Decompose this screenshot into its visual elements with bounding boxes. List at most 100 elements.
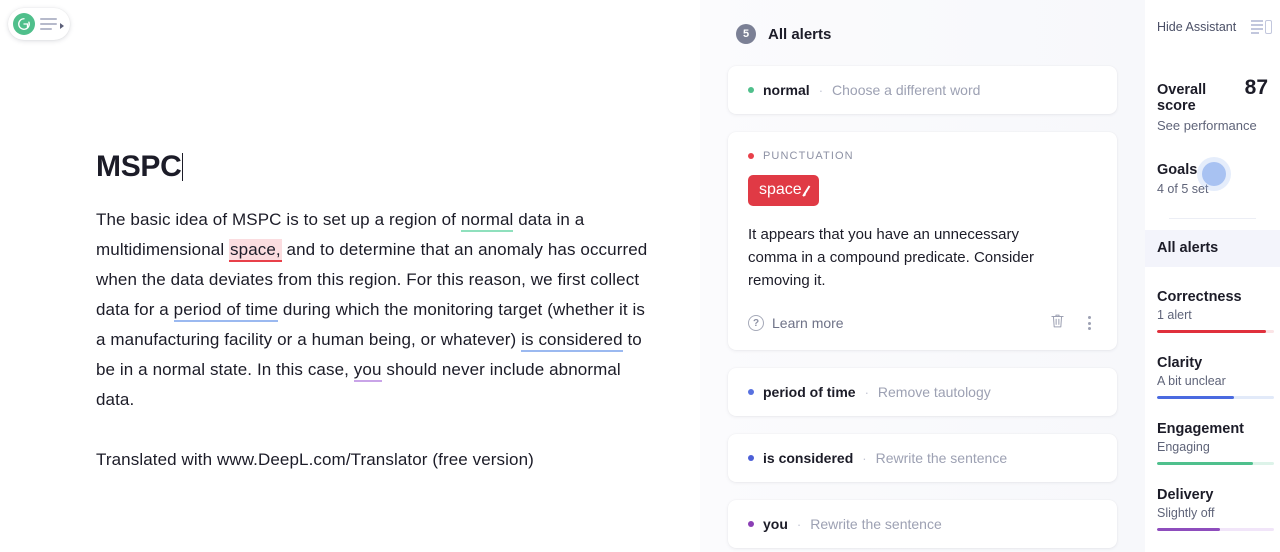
see-performance-link[interactable]: See performance <box>1157 118 1268 133</box>
hide-assistant-row[interactable]: Hide Assistant <box>1145 16 1280 38</box>
metric-item[interactable]: Engagement Engaging <box>1145 399 1280 465</box>
menu-icon[interactable] <box>40 18 64 30</box>
overall-score-row: Overall score 87 <box>1157 76 1268 114</box>
alert-term: is considered <box>763 450 854 466</box>
learn-more-label: Learn more <box>772 315 844 331</box>
app-root: MSPC The basic idea of MSPC is to set up… <box>0 0 1280 552</box>
metric-name: Clarity <box>1157 355 1203 371</box>
alert-action: Rewrite the sentence <box>875 450 1008 466</box>
alerts-panel-title: All alerts <box>768 25 832 43</box>
assistant-sidebar: Hide Assistant Overall score 87 See perf… <box>1145 0 1280 552</box>
highlighted-text-run[interactable]: space, <box>229 239 282 262</box>
metric-progress-bar <box>1157 528 1274 531</box>
suggestion-chip[interactable]: space, <box>748 175 820 206</box>
alert-card-expanded[interactable]: PUNCTUATION space, It appears that you hav… <box>728 132 1117 350</box>
document-paragraph: Translated with www.DeepL.com/Translator… <box>96 445 648 475</box>
hide-assistant-label: Hide Assistant <box>1157 20 1237 34</box>
alert-category-label: PUNCTUATION <box>763 150 854 162</box>
metric-progress-fill <box>1157 462 1253 465</box>
document-title-text: MSPC <box>96 150 182 183</box>
metric-status: Slightly off <box>1157 506 1215 520</box>
alert-category-row: PUNCTUATION <box>748 150 1097 162</box>
suggestion-chip-strikethrough: , <box>802 181 808 198</box>
alerts-panel: 5 All alerts normal · Choose a different w… <box>700 0 1145 552</box>
overall-score-block[interactable]: Overall score 87 See performance <box>1145 38 1280 133</box>
grammarly-logo-pill[interactable] <box>8 8 70 40</box>
overall-score-value: 87 <box>1244 76 1268 99</box>
panel-line <box>1251 32 1259 34</box>
alert-card-collapsed[interactable]: period of time · Remove tautology <box>728 368 1117 416</box>
alert-separator: · <box>796 516 802 532</box>
goals-indicator-circle[interactable] <box>1202 162 1226 186</box>
metric-status: A bit unclear <box>1157 374 1226 388</box>
metric-status: 1 alert <box>1157 308 1192 322</box>
metric-name: Correctness <box>1157 289 1242 305</box>
document-body[interactable]: The basic idea of MSPC is to set up a re… <box>96 205 648 475</box>
metric-item[interactable]: Correctness 1 alert <box>1145 267 1280 333</box>
alert-type-dot <box>748 455 754 461</box>
panel-lines <box>1251 20 1263 34</box>
metric-status: Engaging <box>1157 440 1210 454</box>
metric-progress-bar <box>1157 396 1274 399</box>
alert-type-dot <box>748 87 754 93</box>
metric-name: Delivery <box>1157 487 1214 503</box>
grammarly-logo-icon <box>13 13 35 35</box>
document-paragraph: The basic idea of MSPC is to set up a re… <box>96 205 648 415</box>
alert-card-list: normal · Choose a different word PUNCTUATIO… <box>728 66 1117 548</box>
alert-separator: · <box>862 450 867 466</box>
alert-card-collapsed[interactable]: you · Rewrite the sentence <box>728 500 1117 548</box>
highlighted-text-run[interactable]: period of time <box>173 300 279 322</box>
kebab-dot <box>1088 316 1091 319</box>
highlighted-text-run[interactable]: you <box>353 360 382 382</box>
toggle-panel-icon[interactable] <box>1251 20 1272 34</box>
highlighted-text-run[interactable]: normal <box>460 210 514 232</box>
metric-progress-fill <box>1157 330 1266 333</box>
alert-separator: · <box>818 82 824 98</box>
alert-term: period of time <box>763 384 856 400</box>
help-circle-icon: ? <box>748 315 764 331</box>
alert-card-actions <box>1049 312 1097 335</box>
alert-description: It appears that you have an unnecessary … <box>748 226 1034 289</box>
text-run: The basic idea of MSPC is to set up a re… <box>96 210 461 229</box>
text-caret <box>182 153 184 181</box>
document-title[interactable]: MSPC <box>96 150 184 183</box>
alert-card-collapsed[interactable]: is considered · Rewrite the sentence <box>728 434 1117 482</box>
learn-more-button[interactable]: ? Learn more <box>748 315 844 331</box>
alert-action: Rewrite the sentence <box>810 516 942 532</box>
metric-progress-fill <box>1157 528 1221 531</box>
metric-item[interactable]: Clarity A bit unclear <box>1145 333 1280 399</box>
alert-type-dot <box>748 153 754 159</box>
kebab-dot <box>1088 327 1091 330</box>
alert-action: Choose a different word <box>832 82 981 98</box>
document-editor[interactable]: MSPC The basic idea of MSPC is to set up… <box>0 0 700 552</box>
metrics-list: Correctness 1 alert Clarity A bit unclear En… <box>1145 267 1280 531</box>
menu-line <box>40 18 57 20</box>
alert-card-footer: ? Learn more <box>748 308 1097 338</box>
goals-label: Goals <box>1157 162 1198 178</box>
panel-line <box>1251 20 1263 22</box>
sidebar-divider <box>1169 218 1256 219</box>
text-run: Translated with www.DeepL.com/Translator… <box>96 450 534 469</box>
metric-item[interactable]: Delivery Slightly off <box>1145 465 1280 531</box>
suggestion-chip-text: space <box>759 181 802 198</box>
alert-separator: · <box>864 384 869 400</box>
alert-term: normal <box>763 82 810 98</box>
alert-type-dot <box>748 521 754 527</box>
more-options-icon[interactable] <box>1082 312 1097 334</box>
alert-type-dot <box>748 389 754 395</box>
chevron-right-icon <box>60 23 64 29</box>
metric-progress-fill <box>1157 396 1235 399</box>
panel-line <box>1251 28 1263 30</box>
alerts-count-badge: 5 <box>736 24 756 44</box>
sidebar-tab-all-alerts[interactable]: All alerts <box>1145 230 1280 267</box>
metric-progress-bar <box>1157 462 1274 465</box>
goals-block[interactable]: Goals 4 of 5 set <box>1145 133 1280 219</box>
alerts-header: 5 All alerts <box>728 18 1117 66</box>
alert-card-collapsed[interactable]: normal · Choose a different word <box>728 66 1117 114</box>
alert-term: you <box>763 516 788 532</box>
kebab-dot <box>1088 321 1091 325</box>
trash-icon[interactable] <box>1049 312 1066 335</box>
highlighted-text-run[interactable]: is considered <box>521 330 623 352</box>
metric-name: Engagement <box>1157 421 1245 437</box>
panel-box <box>1265 20 1272 34</box>
